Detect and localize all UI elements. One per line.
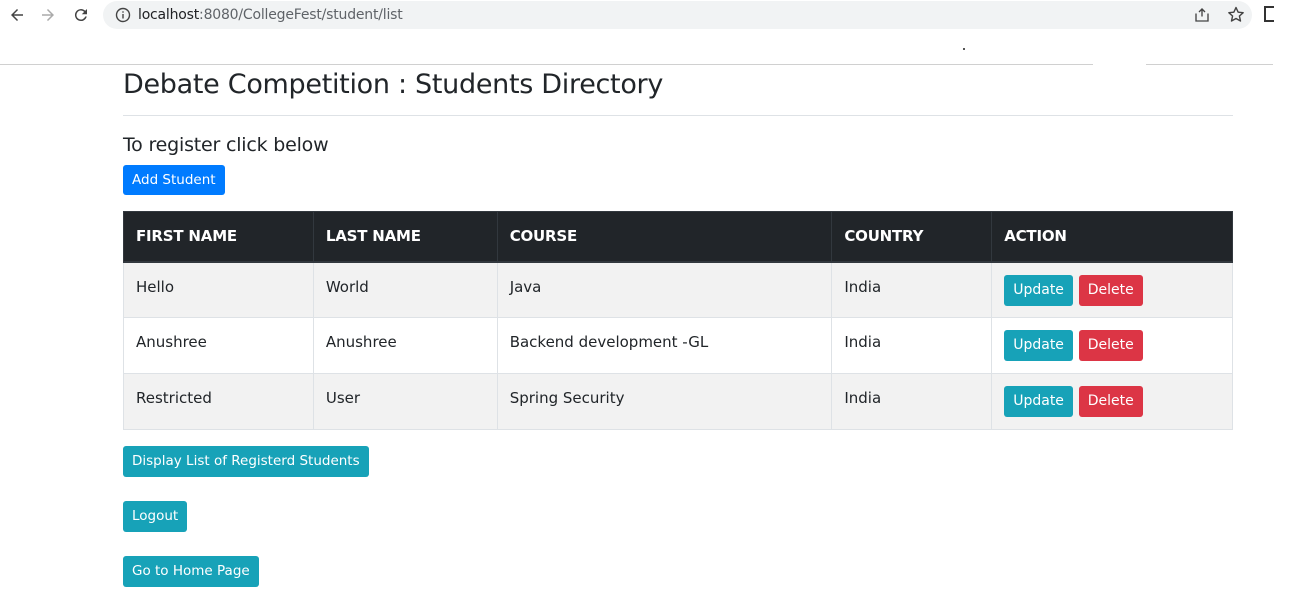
delete-button[interactable]: Delete bbox=[1078, 274, 1143, 306]
url-host: localhost bbox=[138, 7, 200, 23]
info-icon bbox=[115, 7, 131, 23]
browser-toolbar: localhost:8080/CollegeFest/student/list bbox=[0, 0, 1307, 30]
cell-country: India bbox=[831, 261, 993, 318]
logout-button[interactable]: Logout bbox=[123, 501, 188, 532]
update-button[interactable]: Update bbox=[1004, 274, 1073, 306]
page-title: Debate Competition : Students Directory bbox=[123, 69, 664, 100]
header-first-name: FIRST NAME bbox=[123, 211, 314, 263]
url-text[interactable]: localhost:8080/CollegeFest/student/list bbox=[138, 7, 403, 23]
add-student-button[interactable]: Add Student bbox=[123, 165, 225, 195]
navbar-divider bbox=[0, 64, 1093, 65]
title-divider bbox=[123, 115, 1233, 116]
cell-last-name: World bbox=[312, 261, 498, 318]
header-action: ACTION bbox=[991, 211, 1233, 263]
cell-first-name: Hello bbox=[123, 261, 314, 318]
side-panel-icon[interactable] bbox=[1264, 6, 1274, 22]
navbar-divider-right bbox=[1146, 64, 1273, 65]
display-list-button[interactable]: Display List of Registerd Students bbox=[123, 446, 369, 477]
main-container: Debate Competition : Students Directory … bbox=[123, 66, 1233, 587]
cell-last-name: Anushree bbox=[312, 317, 498, 374]
table-header-row: FIRST NAME LAST NAME COURSE COUNTRY ACTI… bbox=[123, 211, 1233, 263]
cell-first-name: Anushree bbox=[123, 317, 314, 374]
url-path: :8080/CollegeFest/student/list bbox=[199, 7, 403, 23]
back-button[interactable] bbox=[5, 3, 29, 27]
register-prompt: To register click below bbox=[123, 134, 329, 156]
header-course: COURSE bbox=[496, 211, 833, 263]
arrow-left-icon bbox=[11, 9, 23, 21]
arrow-right-icon bbox=[42, 9, 54, 21]
students-table: FIRST NAME LAST NAME COURSE COUNTRY ACTI… bbox=[123, 211, 1233, 430]
delete-button[interactable]: Delete bbox=[1078, 330, 1143, 361]
table-row: Anushree Anushree Backend development -G… bbox=[123, 317, 1233, 374]
header-last-name: LAST NAME bbox=[312, 211, 498, 263]
cell-course: Spring Security bbox=[496, 373, 833, 430]
home-page-button[interactable]: Go to Home Page bbox=[123, 556, 259, 587]
delete-button[interactable]: Delete bbox=[1078, 386, 1143, 417]
star-icon[interactable] bbox=[1226, 5, 1246, 25]
reload-icon bbox=[74, 9, 87, 22]
header-country: COUNTRY bbox=[831, 211, 993, 263]
share-icon[interactable] bbox=[1193, 6, 1211, 24]
table-row: Restricted User Spring Security India Up… bbox=[123, 373, 1233, 430]
update-button[interactable]: Update bbox=[1004, 386, 1073, 417]
cell-last-name: User bbox=[312, 373, 498, 430]
cell-action: Update Delete bbox=[991, 373, 1233, 430]
cell-action: Update Delete bbox=[991, 317, 1233, 374]
table-row: Hello World Java India Update Delete bbox=[123, 261, 1233, 318]
forward-button[interactable] bbox=[36, 3, 60, 27]
separator-dot bbox=[963, 48, 965, 50]
cell-course: Java bbox=[496, 261, 833, 318]
address-bar[interactable]: localhost:8080/CollegeFest/student/list bbox=[103, 1, 1252, 29]
cell-first-name: Restricted bbox=[123, 373, 314, 430]
cell-action: Update Delete bbox=[991, 261, 1233, 318]
cell-country: India bbox=[831, 317, 993, 374]
cell-course: Backend development -GL bbox=[496, 317, 833, 374]
cell-country: India bbox=[831, 373, 993, 430]
reload-button[interactable] bbox=[69, 3, 93, 27]
update-button[interactable]: Update bbox=[1004, 330, 1073, 361]
